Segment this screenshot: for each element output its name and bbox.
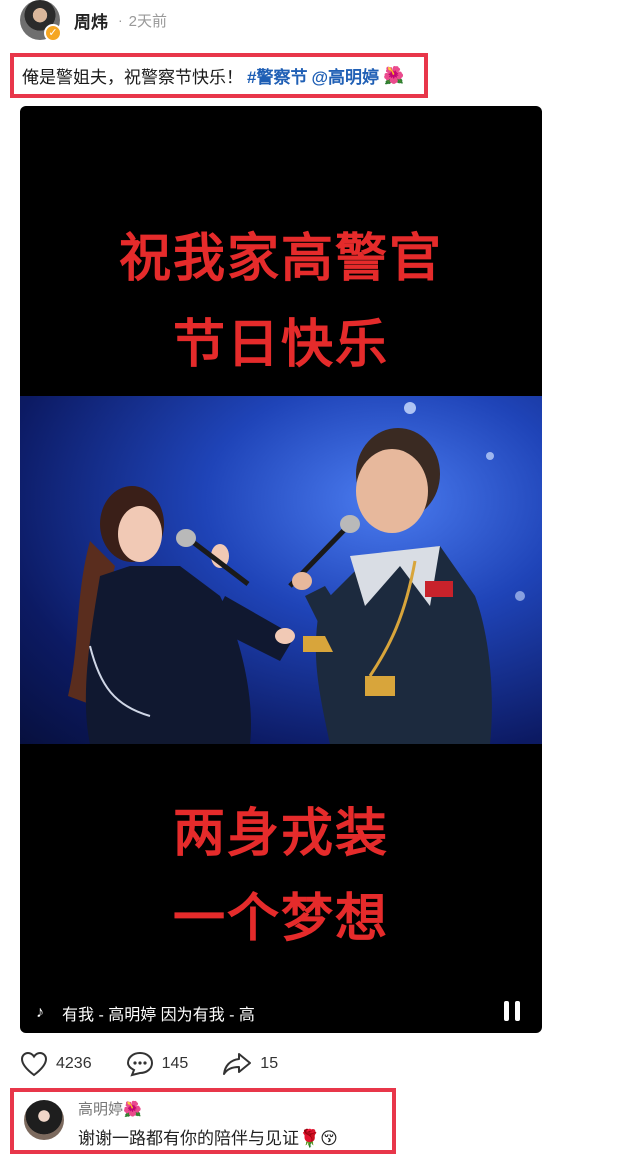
commenter-avatar[interactable] <box>24 1100 64 1140</box>
share-button[interactable]: 15 <box>222 1051 278 1077</box>
commenter-name: 高明婷 <box>78 1101 124 1118</box>
commenter-name-row[interactable]: 高明婷🌺 <box>78 1098 142 1119</box>
commenter-flower-emoji: 🌺 <box>123 1101 142 1118</box>
video-player[interactable]: 祝我家高警官 节日快乐 两身戎装 一个梦想 ♪ 有我 - 高明婷 因为有我 - … <box>20 106 542 1033</box>
post-header: ✓ 周炜 · 2天前 <box>20 0 168 42</box>
like-button[interactable]: 4236 <box>20 1051 92 1077</box>
music-note-icon: ♪ <box>36 1004 44 1021</box>
comment-highlight: 高明婷🌺 谢谢一路都有你的陪伴与见证🌹😚 <box>10 1088 396 1154</box>
music-track-text: 有我 - 高明婷 因为有我 - 高 <box>62 1007 255 1024</box>
video-caption-line2: 节日快乐 <box>172 315 389 375</box>
post-text-highlight: 俺是警姐夫，祝警察节快乐！ #警察节 @高明婷 🌺 <box>10 53 428 98</box>
video-caption-line1: 祝我家高警官 <box>118 229 443 289</box>
pause-icon[interactable] <box>504 1001 522 1021</box>
post-time: 2天前 <box>128 12 168 30</box>
share-count: 15 <box>260 1055 279 1072</box>
comment-count: 145 <box>161 1055 189 1072</box>
action-bar: 4236 145 15 <box>20 1048 312 1080</box>
comment-text-row: 谢谢一路都有你的陪伴与见证🌹😚 <box>78 1124 338 1149</box>
share-icon <box>223 1053 252 1075</box>
video-caption-line3: 两身戎装 <box>172 804 389 864</box>
post-text: 俺是警姐夫，祝警察节快乐！ <box>22 68 243 87</box>
stage-scene-illustration <box>68 402 525 744</box>
hashtag-link[interactable]: #警察节 <box>247 63 307 88</box>
comment-emojis: 🌹😚 <box>299 1129 338 1148</box>
verified-badge-icon: ✓ <box>44 24 62 42</box>
mention-link[interactable]: @高明婷 <box>311 63 379 88</box>
comment-icon <box>126 1051 153 1077</box>
author-name[interactable]: 周炜 <box>74 8 108 33</box>
heart-icon <box>20 1051 48 1077</box>
video-caption-line4: 一个梦想 <box>172 889 389 949</box>
music-info[interactable]: ♪ 有我 - 高明婷 因为有我 - 高 <box>36 1001 255 1025</box>
comment-button[interactable]: 145 <box>126 1051 189 1077</box>
like-count: 4236 <box>56 1055 92 1072</box>
comment-text: 谢谢一路都有你的陪伴与见证 <box>78 1129 299 1148</box>
flower-emoji: 🌺 <box>383 65 405 85</box>
video-frame-photo <box>20 396 542 744</box>
author-avatar[interactable]: ✓ <box>20 0 62 42</box>
separator-dot: · <box>118 12 123 28</box>
